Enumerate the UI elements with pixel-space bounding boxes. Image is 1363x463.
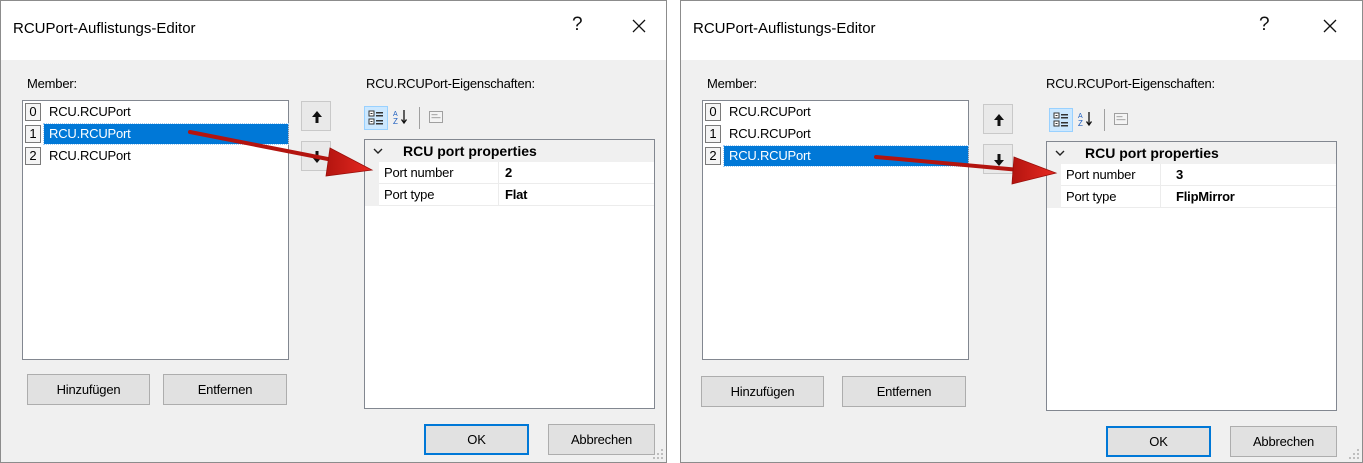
property-grid[interactable]: RCU port properties Port number 2 Port t… [364, 139, 655, 409]
column-divider [1160, 186, 1161, 208]
property-row-port-number[interactable]: Port number 2 [365, 162, 654, 184]
collection-editor-dialog-right: RCUPort-Auflistungs-Editor ? Member: RCU… [680, 0, 1363, 463]
members-label: Member: [27, 76, 77, 91]
item-label: RCU.RCUPort [43, 123, 289, 145]
svg-text:Z: Z [1078, 119, 1083, 127]
property-row-port-type[interactable]: Port type FlipMirror [1047, 186, 1336, 208]
property-row-port-number[interactable]: Port number 3 [1047, 164, 1336, 186]
column-divider [1160, 164, 1161, 186]
property-pages-button [425, 106, 449, 130]
resize-grip-icon[interactable] [1348, 448, 1360, 460]
arrow-down-icon [994, 154, 1004, 166]
list-item[interactable]: 0 RCU.RCUPort [703, 101, 968, 123]
item-label: RCU.RCUPort [729, 126, 811, 141]
item-label: RCU.RCUPort [723, 145, 969, 167]
cancel-button[interactable]: Abbrechen [548, 424, 655, 455]
toolbar-separator [419, 107, 420, 129]
property-value[interactable]: Flat [505, 187, 528, 202]
property-pages-icon [1114, 113, 1128, 125]
property-name: Port number [384, 165, 454, 180]
move-up-button[interactable] [983, 104, 1013, 134]
property-name: Port type [384, 187, 435, 202]
property-category[interactable]: RCU port properties [1047, 142, 1336, 164]
property-value[interactable]: 3 [1176, 167, 1183, 182]
item-index: 0 [25, 103, 41, 121]
grid-margin [365, 184, 379, 206]
grid-margin [1047, 186, 1061, 208]
list-item[interactable]: 1 RCU.RCUPort [703, 123, 968, 145]
collection-editor-dialog-left: RCUPort-Auflistungs-Editor ? Member: RCU… [0, 0, 667, 463]
members-listbox[interactable]: 0 RCU.RCUPort 1 RCU.RCUPort 2 RCU.RCUPor… [702, 100, 969, 360]
column-divider [498, 162, 499, 184]
column-divider [498, 184, 499, 206]
add-button[interactable]: Hinzufügen [27, 374, 150, 405]
list-item-selected[interactable]: 2 RCU.RCUPort [703, 145, 969, 167]
add-button[interactable]: Hinzufügen [701, 376, 824, 407]
resize-grip-icon[interactable] [652, 448, 664, 460]
arrow-up-icon [994, 114, 1004, 126]
property-grid[interactable]: RCU port properties Port number 3 Port t… [1046, 141, 1337, 411]
property-pages-icon [429, 111, 443, 123]
category-label: RCU port properties [403, 143, 537, 159]
title-bar: RCUPort-Auflistungs-Editor ? [1, 1, 666, 60]
arrow-up-icon [312, 111, 322, 123]
remove-button[interactable]: Entfernen [842, 376, 966, 407]
cancel-button[interactable]: Abbrechen [1230, 426, 1337, 457]
chevron-down-icon[interactable] [1054, 147, 1066, 159]
property-value[interactable]: FlipMirror [1176, 189, 1235, 204]
property-pages-button [1110, 108, 1134, 132]
list-item[interactable]: 0 RCU.RCUPort [23, 101, 288, 123]
item-index: 2 [25, 147, 41, 165]
alphabetical-sort-button[interactable]: A Z [1075, 108, 1099, 132]
properties-label: RCU.RCUPort-Eigenschaften: [1046, 76, 1215, 91]
ok-button[interactable]: OK [424, 424, 529, 455]
list-item[interactable]: 2 RCU.RCUPort [23, 145, 288, 167]
toolbar-separator [1104, 109, 1105, 131]
categorized-view-icon [1053, 112, 1068, 127]
members-label: Member: [707, 76, 757, 91]
arrow-down-icon [312, 151, 322, 163]
title-bar: RCUPort-Auflistungs-Editor ? [681, 1, 1362, 60]
item-index: 2 [705, 147, 721, 165]
svg-text:Z: Z [393, 117, 398, 125]
members-listbox[interactable]: 0 RCU.RCUPort 1 RCU.RCUPort 2 RCU.RCUPor… [22, 100, 289, 360]
alphabetical-sort-icon: A Z [1078, 112, 1093, 127]
property-name: Port number [1066, 167, 1136, 182]
move-up-button[interactable] [301, 101, 331, 131]
properties-label: RCU.RCUPort-Eigenschaften: [366, 76, 535, 91]
property-value[interactable]: 2 [505, 165, 512, 180]
category-label: RCU port properties [1085, 145, 1219, 161]
item-index: 1 [705, 125, 721, 143]
move-down-button[interactable] [301, 141, 331, 171]
item-index: 0 [705, 103, 721, 121]
item-label: RCU.RCUPort [49, 148, 131, 163]
close-icon[interactable] [624, 11, 654, 41]
close-icon[interactable] [1315, 11, 1345, 41]
grid-margin [1047, 164, 1061, 186]
chevron-down-icon[interactable] [372, 145, 384, 157]
categorized-view-button[interactable] [364, 106, 388, 130]
list-item-selected[interactable]: 1 RCU.RCUPort [23, 123, 289, 145]
move-down-button[interactable] [983, 144, 1013, 174]
alphabetical-sort-button[interactable]: A Z [390, 106, 414, 130]
property-name: Port type [1066, 189, 1117, 204]
property-category[interactable]: RCU port properties [365, 140, 654, 162]
item-label: RCU.RCUPort [729, 104, 811, 119]
categorized-view-icon [368, 110, 383, 125]
help-button[interactable]: ? [572, 14, 583, 36]
alphabetical-sort-icon: A Z [393, 110, 408, 125]
remove-button[interactable]: Entfernen [163, 374, 287, 405]
dialog-title: RCUPort-Auflistungs-Editor [693, 20, 876, 37]
help-button[interactable]: ? [1259, 14, 1270, 36]
dialog-title: RCUPort-Auflistungs-Editor [13, 20, 196, 37]
item-index: 1 [25, 125, 41, 143]
property-row-port-type[interactable]: Port type Flat [365, 184, 654, 206]
grid-margin [365, 162, 379, 184]
item-label: RCU.RCUPort [49, 104, 131, 119]
categorized-view-button[interactable] [1049, 108, 1073, 132]
ok-button[interactable]: OK [1106, 426, 1211, 457]
